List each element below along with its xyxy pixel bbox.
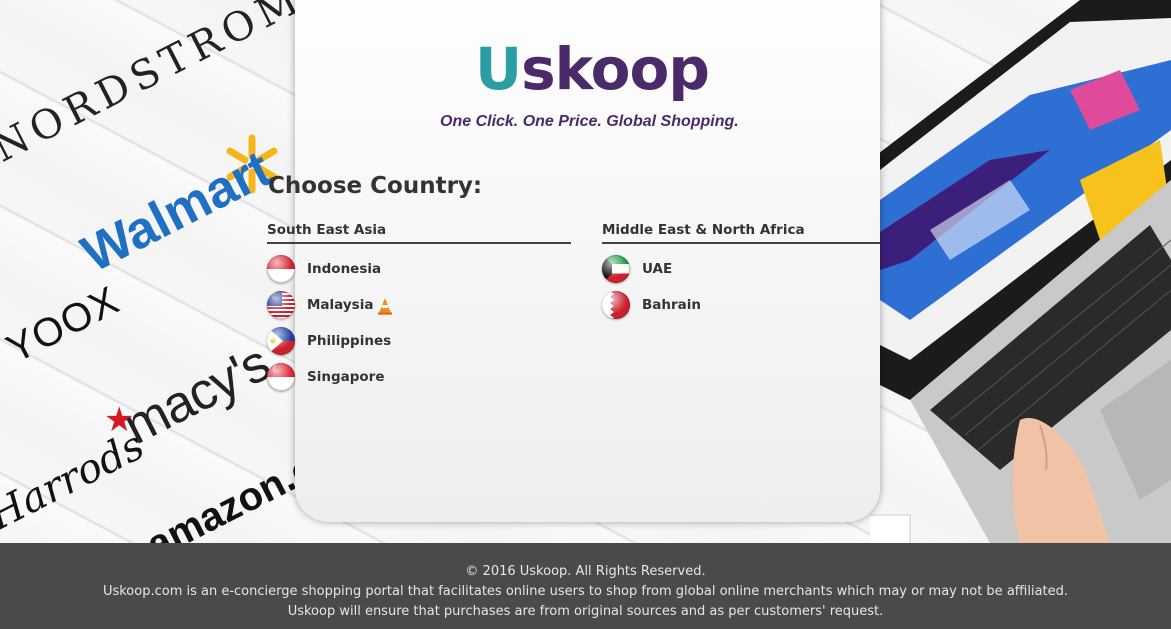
logo-text: skoop	[521, 35, 710, 103]
country-singapore[interactable]: ☾ Singapore	[267, 362, 385, 392]
uae-flag-icon	[602, 255, 630, 283]
tagline: One Click. One Price. Global Shopping.	[440, 113, 739, 130]
indonesia-flag-icon	[267, 255, 295, 283]
country-name: Singapore	[307, 369, 385, 385]
page-title: Choose Country:	[268, 173, 483, 199]
footer-description: Uskoop.com is an e-concierge shopping po…	[102, 584, 1069, 599]
walmart-logo: Walmart	[72, 139, 281, 284]
country-bahrain[interactable]: Bahrain	[602, 290, 701, 320]
bahrain-flag-icon	[602, 291, 630, 319]
macys-logo: macy's	[114, 334, 279, 456]
country-name: Philippines	[307, 333, 392, 349]
uskoop-logo[interactable]: Uskoop	[475, 34, 710, 104]
harrods-logo: Harrods	[0, 422, 152, 540]
laptop-illustration	[870, 0, 1171, 543]
region-south-east-asia: South East Asia Indonesia ☾ Malaysia Phi…	[267, 222, 571, 391]
country-indonesia[interactable]: Indonesia	[267, 254, 381, 284]
country-name: Bahrain	[642, 297, 702, 313]
footer: © 2016 Uskoop. All Rights Reserved. Usko…	[0, 543, 1171, 629]
country-name: Malaysia	[307, 297, 374, 313]
yoox-logo: YOOX	[0, 278, 127, 372]
singapore-flag-icon: ☾	[267, 363, 295, 391]
country-name: UAE	[642, 261, 673, 277]
malaysia-flag-icon: ☾	[267, 291, 295, 319]
country-name: Indonesia	[307, 261, 382, 277]
logo-letter-u: U	[475, 35, 522, 103]
traffic-cone-icon	[378, 298, 393, 315]
footer-notice: Uskoop will ensure that purchases are fr…	[287, 604, 884, 619]
country-philippines[interactable]: Philippines	[267, 326, 391, 356]
country-malaysia[interactable]: ☾ Malaysia	[267, 290, 393, 320]
region-heading: Middle East & North Africa	[602, 222, 880, 244]
region-middle-east-north-africa: Middle East & North Africa UAE Bahrain	[602, 222, 880, 319]
country-uae[interactable]: UAE	[602, 254, 672, 284]
philippines-flag-icon	[267, 327, 295, 355]
region-heading: South East Asia	[267, 222, 571, 244]
footer-copyright: © 2016 Uskoop. All Rights Reserved.	[465, 564, 706, 579]
